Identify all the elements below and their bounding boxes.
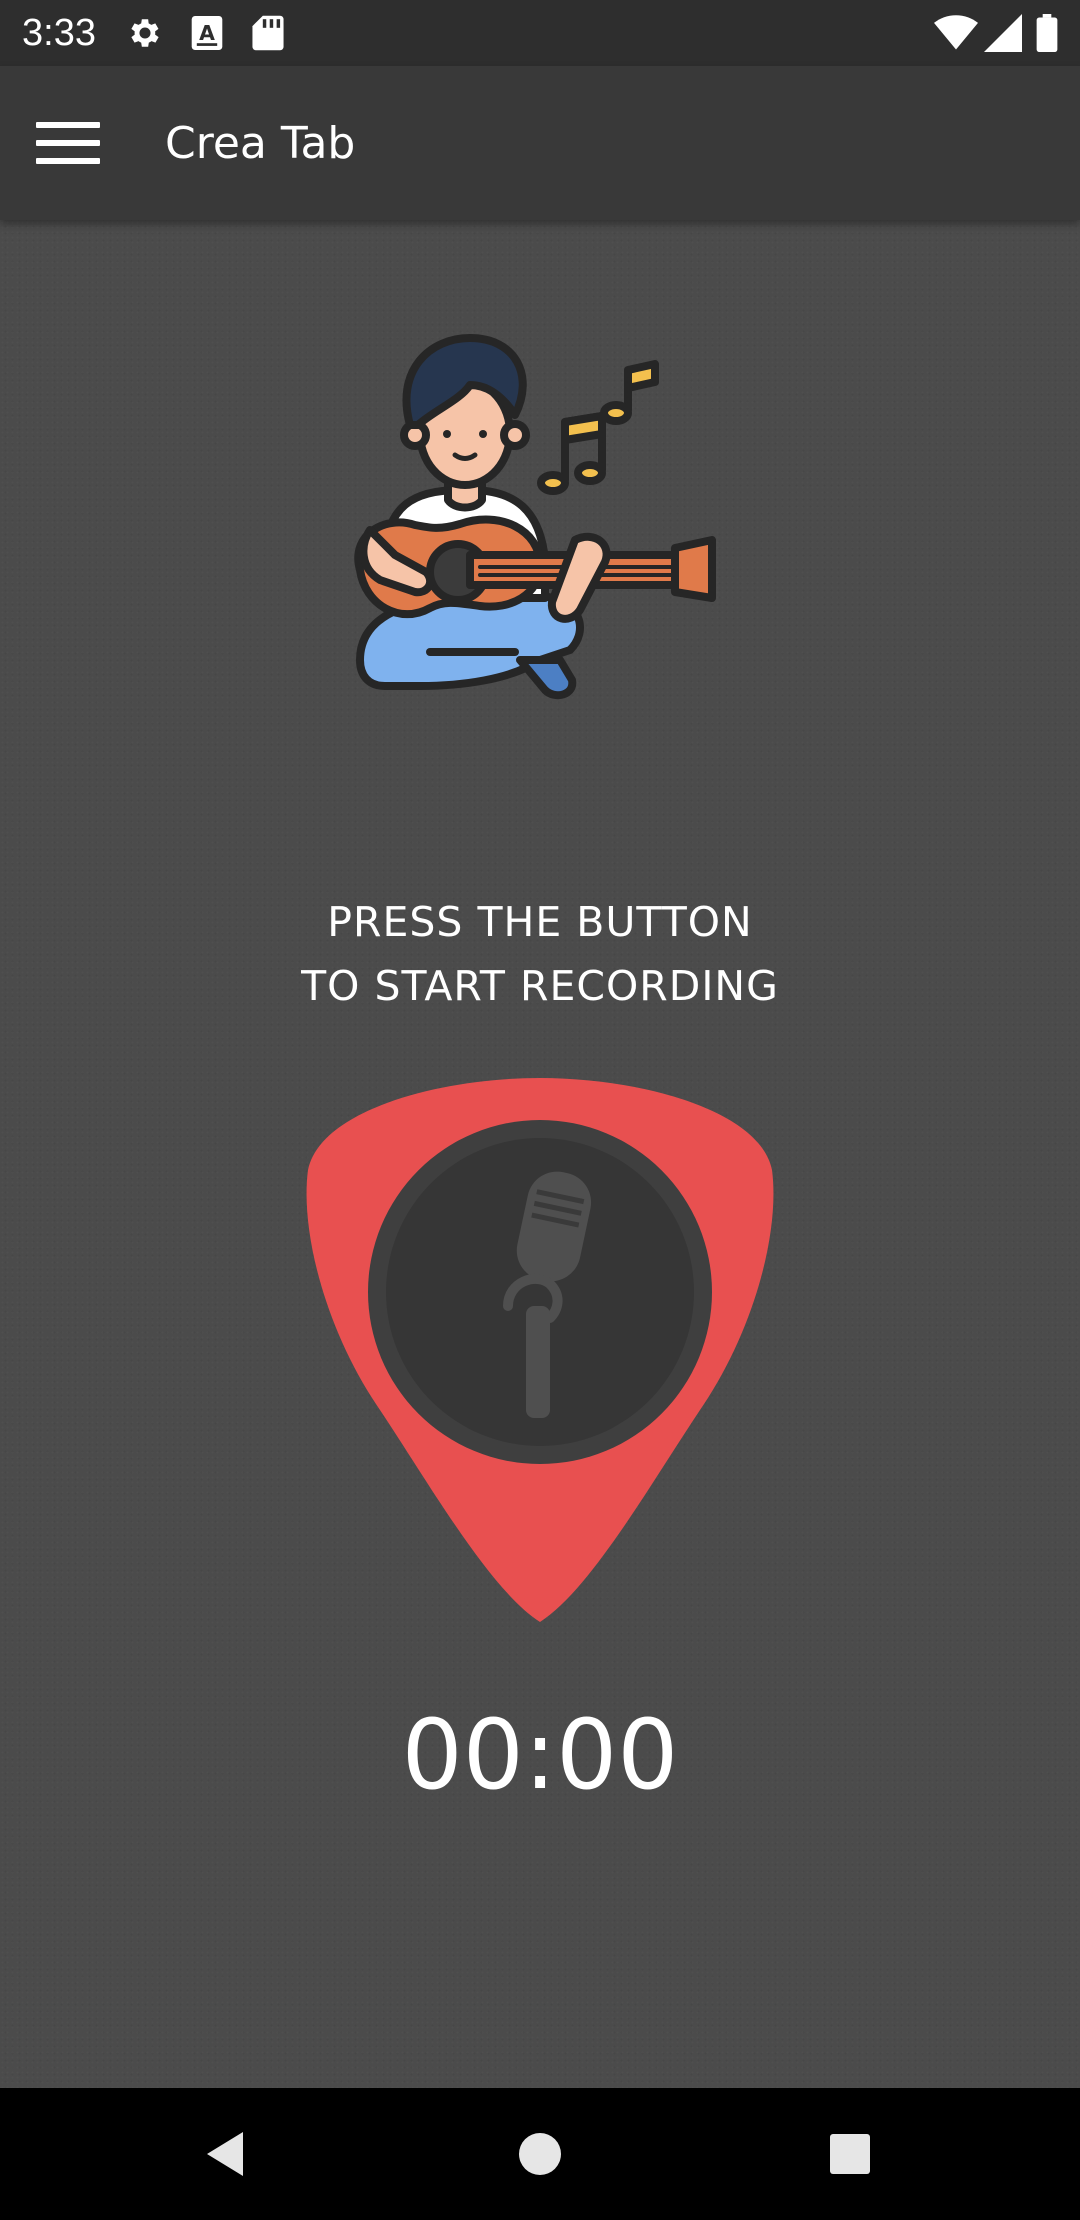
- app-bar: Crea Tab: [0, 66, 1080, 220]
- back-icon: [195, 2132, 255, 2188]
- navigation-bar: [0, 2088, 1080, 2220]
- instruction-line-2: TO START RECORDING: [301, 962, 779, 1010]
- instruction-text: PRESS THE BUTTON TO START RECORDING: [140, 890, 940, 1018]
- recents-icon: [820, 2134, 880, 2188]
- sd-card-icon: [252, 14, 284, 56]
- instruction-line-1: PRESS THE BUTTON: [327, 898, 753, 946]
- home-button[interactable]: [510, 2124, 570, 2184]
- signal-icon: [984, 14, 1022, 56]
- hamburger-menu-icon: [36, 122, 100, 179]
- svg-text:A: A: [199, 21, 215, 45]
- status-time: 3:33: [22, 12, 96, 54]
- recording-timer: 00:00: [401, 1699, 679, 1811]
- a-keyboard-icon: A: [190, 14, 224, 56]
- status-bar: 3:33 A: [0, 0, 1080, 66]
- screen: 3:33 A Crea Tab PRESS THE BUTTON TO STAR…: [0, 0, 1080, 2220]
- back-button[interactable]: [195, 2124, 255, 2184]
- gear-icon: [126, 14, 164, 56]
- wifi-icon: [934, 14, 978, 56]
- recents-button[interactable]: [820, 2124, 880, 2184]
- main-content: PRESS THE BUTTON TO START RECORDING 00:0…: [0, 220, 1080, 2088]
- menu-button[interactable]: [36, 111, 128, 175]
- guitar-player-icon: [340, 330, 740, 750]
- battery-icon: [1036, 14, 1058, 56]
- home-icon: [510, 2133, 570, 2188]
- app-title: Crea Tab: [165, 118, 356, 169]
- record-button[interactable]: [300, 1070, 780, 1630]
